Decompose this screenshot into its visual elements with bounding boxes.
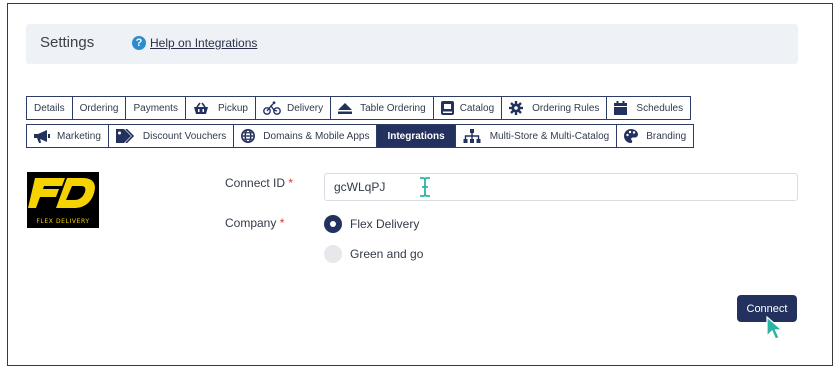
mouse-pointer-icon — [766, 315, 784, 347]
tab-label: Domains & Mobile Apps — [263, 130, 370, 142]
tab-label: Delivery — [286, 102, 324, 114]
tab-catalog[interactable]: Catalog — [432, 96, 503, 120]
radio-selected[interactable] — [324, 215, 342, 233]
page-title: Settings — [40, 34, 95, 51]
settings-header: Settings ? Help on Integrations — [26, 24, 798, 64]
tab-marketing[interactable]: Marketing — [26, 124, 109, 148]
tag-icon — [115, 129, 134, 143]
tab-label: Pickup — [217, 102, 248, 114]
tab-payments[interactable]: Payments — [125, 96, 186, 120]
company-option-label: Green and go — [350, 247, 424, 261]
tab-label: Payments — [133, 102, 178, 114]
tab-multi-store-multi-catalog[interactable]: Multi-Store & Multi-Catalog — [454, 124, 618, 148]
help-link[interactable]: Help on Integrations — [150, 36, 257, 50]
tab-label: Schedules — [636, 102, 684, 114]
tab-label: Discount Vouchers — [142, 130, 227, 142]
tab-label: Catalog — [459, 102, 495, 114]
tab-label: Integrations — [387, 130, 445, 142]
tab-label: Multi-Store & Multi-Catalog — [489, 130, 610, 142]
connect-id-input[interactable] — [324, 173, 798, 201]
logo-text: FLEX DELIVERY — [36, 218, 90, 225]
globe-icon — [241, 129, 256, 143]
required-mark: * — [288, 176, 294, 190]
tab-delivery[interactable]: Delivery — [254, 96, 332, 120]
company-label: Company * — [225, 216, 284, 230]
tabs-row-2: Marketing Discount Vouchers Domains & Mo… — [26, 124, 695, 148]
tab-label: Branding — [646, 130, 687, 142]
bicycle-icon — [263, 101, 281, 115]
tab-ordering-rules[interactable]: Ordering Rules — [501, 96, 608, 120]
tab-label: Table Ordering — [360, 102, 426, 114]
eject-icon — [338, 102, 353, 114]
company-option-label: Flex Delivery — [350, 217, 420, 231]
required-mark: * — [279, 216, 285, 230]
tab-ordering[interactable]: Ordering — [71, 96, 127, 120]
tab-discount-vouchers[interactable]: Discount Vouchers — [107, 124, 235, 148]
flex-delivery-logo: FLEX DELIVERY — [27, 172, 99, 228]
tab-schedules[interactable]: Schedules — [606, 96, 692, 120]
fd-logo-mark — [28, 178, 95, 208]
connect-id-label: Connect ID * — [225, 176, 293, 190]
tab-domains-mobile-apps[interactable]: Domains & Mobile Apps — [233, 124, 378, 148]
company-label-text: Company — [225, 216, 277, 230]
company-option-flex-delivery[interactable]: Flex Delivery — [324, 215, 419, 233]
connect-id-label-text: Connect ID — [225, 176, 286, 190]
tab-table-ordering[interactable]: Table Ordering — [330, 96, 434, 120]
basket-icon — [193, 102, 209, 115]
calendar-icon — [614, 101, 628, 115]
tab-pickup[interactable]: Pickup — [184, 96, 256, 120]
palette-icon — [624, 129, 639, 143]
tab-label: Details — [34, 102, 65, 114]
gear-icon — [509, 101, 524, 115]
sitemap-icon — [463, 129, 481, 143]
help-icon[interactable]: ? — [132, 36, 146, 50]
megaphone-icon — [34, 129, 50, 143]
tab-label: Marketing — [57, 130, 101, 142]
company-option-green-and-go[interactable]: Green and go — [324, 245, 423, 263]
tab-details[interactable]: Details — [26, 96, 73, 120]
tab-branding[interactable]: Branding — [616, 124, 695, 148]
help-link-group[interactable]: ? Help on Integrations — [132, 36, 257, 50]
book-icon — [440, 101, 454, 115]
tab-integrations[interactable]: Integrations — [376, 124, 456, 148]
text-cursor-icon — [419, 177, 431, 202]
tab-label: Ordering Rules — [532, 102, 600, 114]
tabs-row-1: Details Ordering Payments Pickup Deliver… — [26, 96, 692, 120]
radio-unselected[interactable] — [324, 245, 342, 263]
tab-label: Ordering — [79, 102, 119, 114]
